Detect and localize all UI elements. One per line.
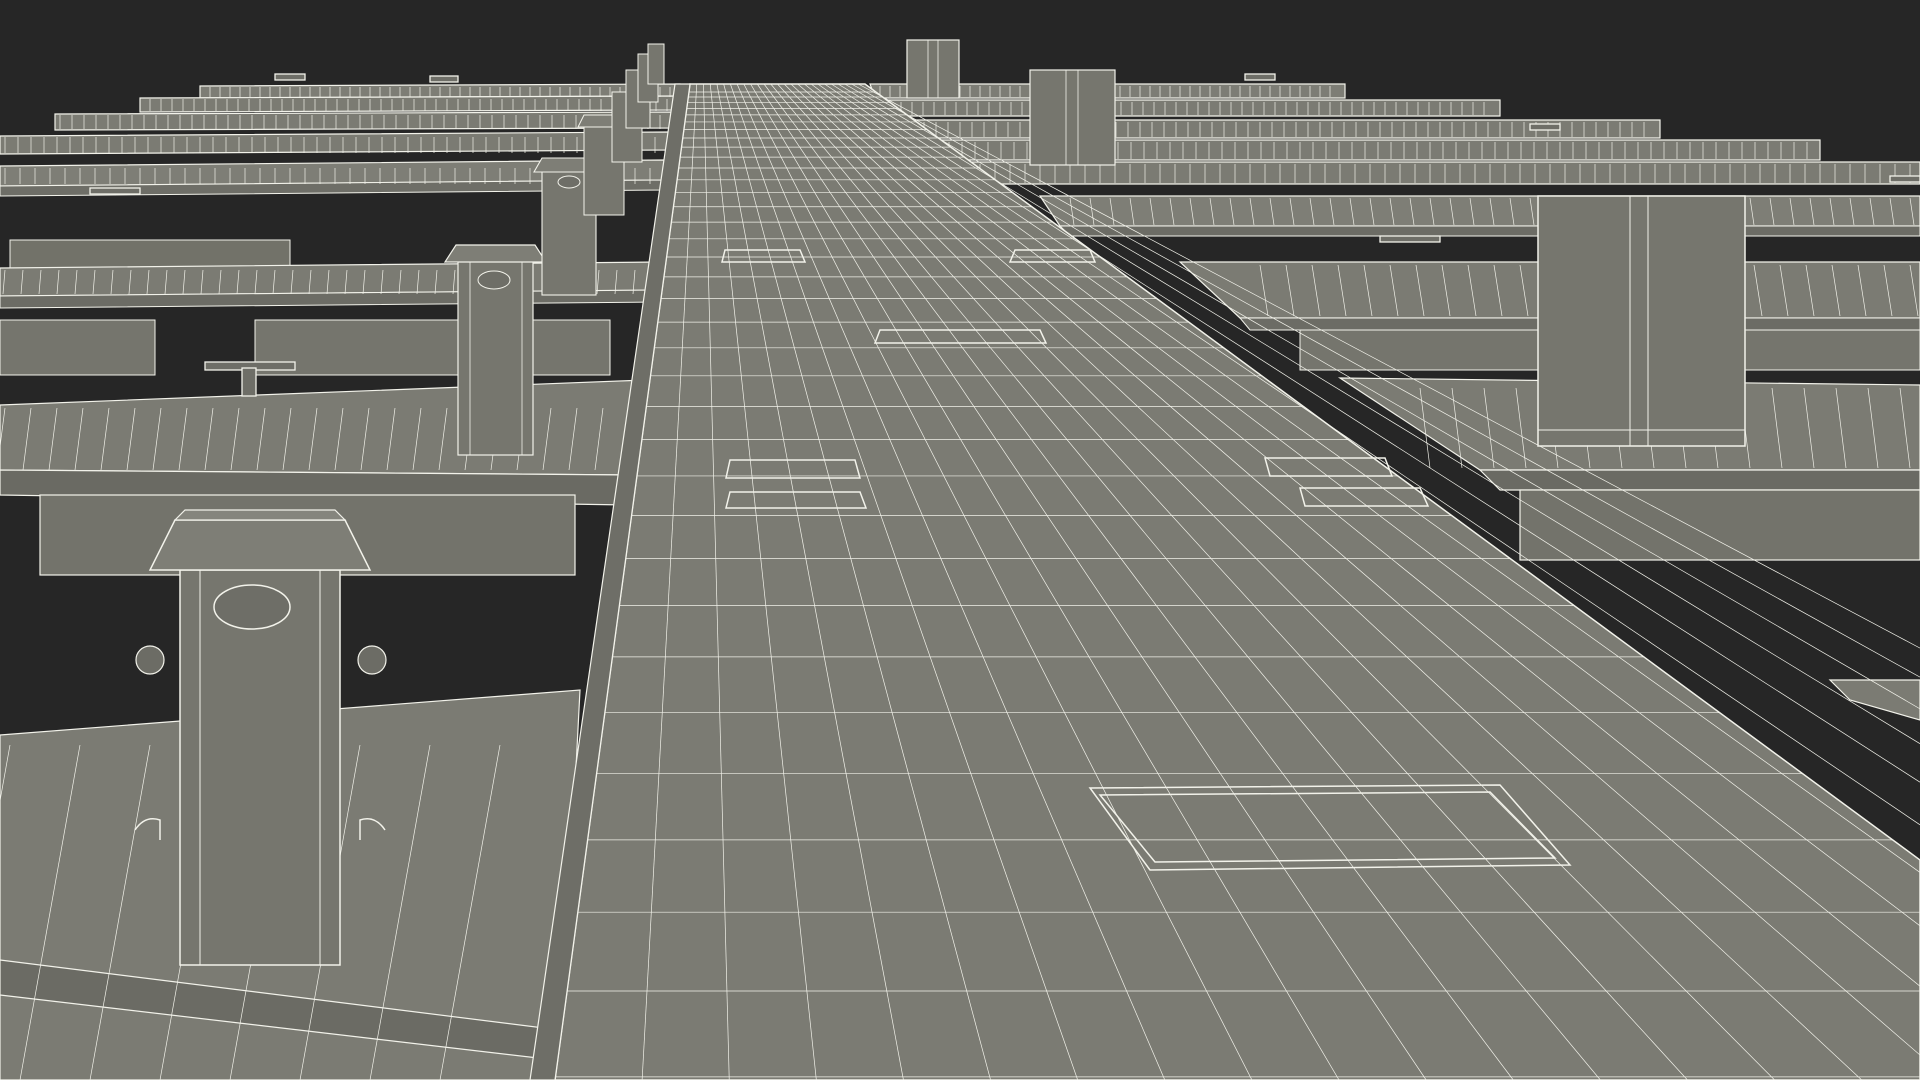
dock-box-far-right-2 xyxy=(1029,69,1116,166)
render-viewport xyxy=(0,0,1920,1080)
cleat xyxy=(89,187,141,195)
dock-box-right-near xyxy=(1537,195,1746,447)
dock-box-far-right-1 xyxy=(906,39,960,99)
cleat xyxy=(1889,175,1920,183)
cleat xyxy=(1529,123,1561,131)
wireframe-render xyxy=(0,0,1920,1080)
cleat xyxy=(274,73,306,81)
cleat xyxy=(1379,235,1441,243)
cleat xyxy=(429,75,459,83)
cleat xyxy=(1244,73,1276,81)
power-pedestal-mid-left xyxy=(443,244,548,456)
